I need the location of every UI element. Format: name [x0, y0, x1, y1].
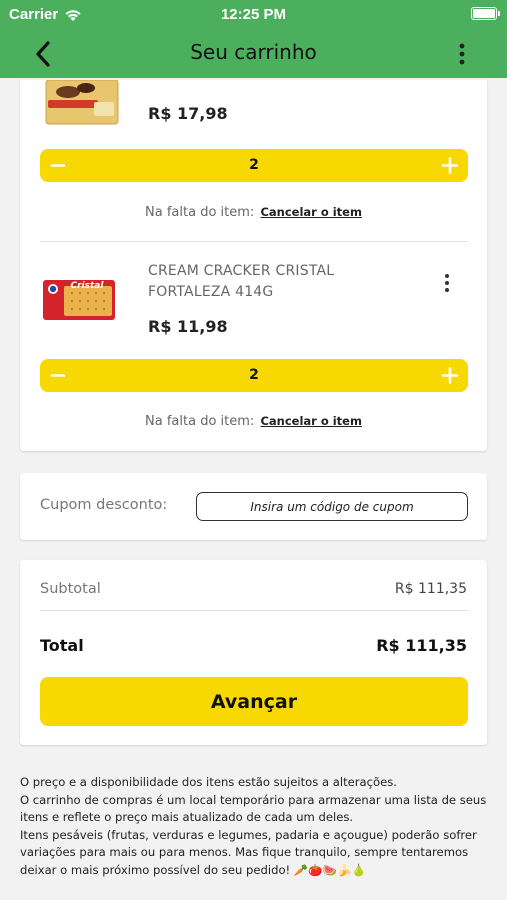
- plus-icon[interactable]: [432, 149, 468, 182]
- quantity-value: 2: [249, 157, 259, 173]
- page-title: Seu carrinho: [190, 40, 317, 64]
- missing-item-label: Na falta do item:: [145, 414, 255, 429]
- quantity-stepper: 2: [40, 359, 468, 392]
- notice-line: O carrinho de compras é um local temporá…: [20, 792, 487, 825]
- cart-notice: O preço e a disponibilidade dos itens es…: [20, 774, 490, 879]
- total-value: R$ 111,35: [376, 636, 467, 655]
- advance-button[interactable]: Avançar: [40, 677, 468, 726]
- navigation-bar: Seu carrinho: [0, 30, 507, 78]
- product-image-cracker[interactable]: Cristal: [42, 278, 116, 324]
- cart-items-card: R$ 17,98 2 Na falta do item: Cancelar o …: [20, 80, 487, 451]
- item-price: R$ 11,98: [148, 317, 228, 336]
- cancel-item-link[interactable]: Cancelar o item: [260, 414, 362, 428]
- product-image-wafer[interactable]: [42, 80, 120, 132]
- subtotal-label: Subtotal: [40, 581, 101, 597]
- notice-line: Itens pesáveis (frutas, verduras e legum…: [20, 827, 477, 877]
- battery-icon: [471, 7, 500, 20]
- missing-item-option: Na falta do item: Cancelar o item: [20, 205, 487, 220]
- package-brand-text: Cristal: [71, 281, 105, 291]
- coupon-label: Cupom desconto:: [40, 497, 168, 513]
- order-summary-card: Subtotal R$ 111,35 Total R$ 111,35 Avanç…: [20, 560, 487, 745]
- missing-item-option: Na falta do item: Cancelar o item: [20, 414, 487, 429]
- summary-divider: [40, 610, 468, 611]
- item-divider: [40, 241, 468, 242]
- quantity-value: 2: [249, 367, 259, 383]
- status-time: 12:25 PM: [220, 6, 287, 23]
- missing-item-label: Na falta do item:: [145, 205, 255, 220]
- item-options-icon[interactable]: [443, 273, 451, 293]
- quantity-stepper: 2: [40, 149, 468, 182]
- subtotal-value: R$ 111,35: [394, 581, 467, 597]
- cancel-item-link[interactable]: Cancelar o item: [260, 205, 362, 219]
- coupon-card: Cupom desconto:: [20, 473, 487, 540]
- item-price: R$ 17,98: [148, 104, 228, 123]
- item-name: CREAM CRACKER CRISTAL FORTALEZA 414G: [148, 263, 335, 300]
- notice-line: O preço e a disponibilidade dos itens es…: [20, 775, 397, 789]
- coupon-input[interactable]: [196, 492, 468, 521]
- plus-icon[interactable]: [432, 359, 468, 392]
- total-label: Total: [40, 636, 84, 655]
- status-bar: Carrier 12:25 PM: [0, 0, 507, 30]
- kebab-menu-icon[interactable]: [457, 42, 467, 66]
